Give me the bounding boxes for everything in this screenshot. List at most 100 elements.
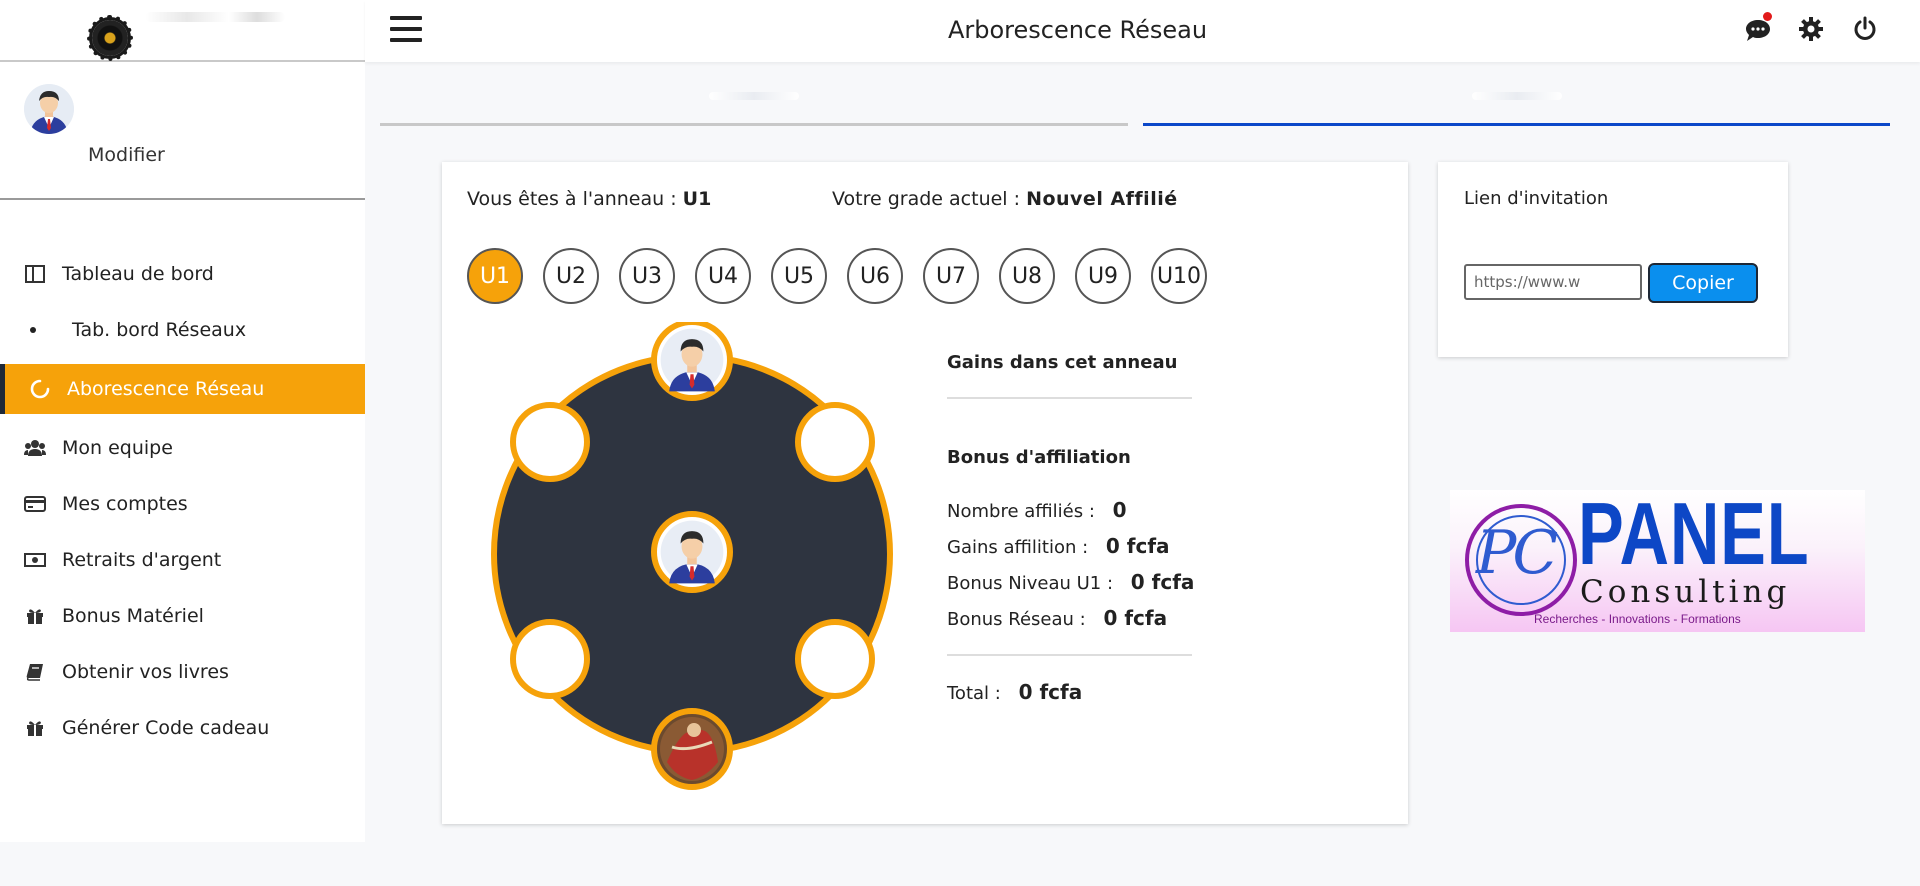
banner-tagline: Recherches - Innovations - Formations xyxy=(1534,612,1741,626)
stat-value: 0 fcfa xyxy=(1130,570,1195,594)
stat-row-affiliates: Nombre affiliés : 0 xyxy=(947,498,1192,522)
sidebar-item-network-tree[interactable]: Aborescence Réseau xyxy=(0,364,365,414)
invite-link-input[interactable] xyxy=(1464,264,1642,300)
avatar xyxy=(24,84,74,134)
tab-first[interactable] xyxy=(380,62,1128,126)
ring-gains-panel: Gains dans cet anneau Bonus d'affiliatio… xyxy=(947,352,1195,704)
sidebar-nav: Tableau de bord Tab. bord Réseaux Abores… xyxy=(0,200,365,756)
gift-icon xyxy=(24,717,46,739)
stat-value: 0 xyxy=(1112,498,1127,522)
page-title: Arborescence Réseau xyxy=(947,16,1208,44)
consulting-wordmark: Consulting xyxy=(1580,574,1791,610)
book-icon xyxy=(24,661,46,683)
chat-icon[interactable] xyxy=(1744,12,1772,44)
pc-logo-text: PC xyxy=(1476,518,1558,588)
sidebar-item-label: Aborescence Réseau xyxy=(67,378,265,400)
columns-icon xyxy=(24,263,46,285)
stat-label: Bonus Réseau : xyxy=(947,609,1086,630)
profile-section: Modifier xyxy=(0,62,365,200)
panel-consulting-banner: PC PANEL Consulting Recherches - Innovat… xyxy=(1450,490,1865,632)
sidebar-item-label: Tableau de bord xyxy=(62,263,214,285)
ring-button-u6[interactable]: U6 xyxy=(847,248,903,304)
ring-button-u10[interactable]: U10 xyxy=(1151,248,1207,304)
brand-name xyxy=(145,12,285,22)
sidebar-item-material-bonus[interactable]: Bonus Matériel xyxy=(0,588,365,644)
stat-label: Bonus Niveau U1 : xyxy=(947,573,1114,594)
stat-row-affiliation-gains: Gains affilition : 0 fcfa xyxy=(947,534,1192,558)
center-user-avatar[interactable] xyxy=(651,511,733,593)
invite-title: Lien d'invitation xyxy=(1464,188,1609,209)
sidebar-item-accounts[interactable]: Mes comptes xyxy=(0,476,365,532)
tab-bar xyxy=(380,62,1890,126)
gains-title: Gains dans cet anneau xyxy=(947,352,1178,373)
grade-info: Votre grade actuel : Nouvel Affilié xyxy=(832,188,1178,210)
sidebar-item-label: Retraits d'argent xyxy=(62,549,222,571)
grade-value: Nouvel Affilié xyxy=(1026,188,1178,210)
edit-profile-link[interactable]: Modifier xyxy=(88,144,165,166)
power-icon[interactable] xyxy=(1852,16,1880,44)
tab-second[interactable] xyxy=(1143,62,1890,126)
grade-label: Votre grade actuel : xyxy=(832,188,1021,210)
current-ring-info: Vous êtes à l'anneau : U1 xyxy=(467,188,711,210)
ring-selector: U1 U2 U3 U4 U5 U6 U7 U8 U9 U10 xyxy=(467,248,1207,304)
stat-label: Nombre affiliés : xyxy=(947,501,1095,522)
total-value: 0 fcfa xyxy=(1018,680,1083,704)
panel-wordmark: PANEL xyxy=(1578,484,1810,583)
member-avatar[interactable] xyxy=(651,708,733,790)
gear-icon[interactable] xyxy=(1798,16,1826,44)
gift-icon xyxy=(24,605,46,627)
credit-card-icon xyxy=(24,493,46,515)
sidebar-item-label: Obtenir vos livres xyxy=(62,661,229,683)
sidebar-item-network-dashboard[interactable]: Tab. bord Réseaux xyxy=(0,302,365,358)
sidebar-item-label: Bonus Matériel xyxy=(62,605,204,627)
empty-slot[interactable] xyxy=(510,402,590,482)
brand xyxy=(0,0,365,62)
empty-slot[interactable] xyxy=(510,619,590,699)
ring-button-u1[interactable]: U1 xyxy=(467,248,523,304)
tab-label-blurred xyxy=(1471,92,1562,100)
stat-label: Gains affilition : xyxy=(947,537,1089,558)
topbar: Arborescence Réseau xyxy=(365,0,1920,62)
sidebar: Modifier Tableau de bord Tab. bord Résea… xyxy=(0,0,365,842)
sponsor-avatar[interactable] xyxy=(651,319,733,401)
bonus-title: Bonus d'affiliation xyxy=(947,447,1131,468)
ring-button-u2[interactable]: U2 xyxy=(543,248,599,304)
sidebar-item-label: Générer Code cadeau xyxy=(62,717,270,739)
sidebar-item-books[interactable]: Obtenir vos livres xyxy=(0,644,365,700)
stat-row-network-bonus: Bonus Réseau : 0 fcfa xyxy=(947,606,1192,630)
divider xyxy=(947,397,1192,399)
stat-row-total: Total : 0 fcfa xyxy=(947,680,1192,704)
stat-value: 0 fcfa xyxy=(1103,606,1168,630)
bullet-icon xyxy=(30,327,36,333)
tab-label-blurred xyxy=(709,92,799,100)
ring-button-u4[interactable]: U4 xyxy=(695,248,751,304)
ring-button-u7[interactable]: U7 xyxy=(923,248,979,304)
total-label: Total : xyxy=(947,683,1001,704)
network-ring-diagram xyxy=(482,319,902,802)
ring-button-u9[interactable]: U9 xyxy=(1075,248,1131,304)
sidebar-item-gift-code[interactable]: Générer Code cadeau xyxy=(0,700,365,756)
ring-button-u3[interactable]: U3 xyxy=(619,248,675,304)
divider xyxy=(947,654,1192,656)
stat-row-level-bonus: Bonus Niveau U1 : 0 fcfa xyxy=(947,570,1195,594)
money-bill-icon xyxy=(24,549,46,571)
ring-card: Vous êtes à l'anneau : U1 Votre grade ac… xyxy=(442,162,1408,824)
copy-button[interactable]: Copier xyxy=(1648,263,1758,303)
sidebar-item-label: Tab. bord Réseaux xyxy=(72,319,247,341)
notification-dot xyxy=(1763,12,1772,21)
ring-button-u5[interactable]: U5 xyxy=(771,248,827,304)
stat-value: 0 fcfa xyxy=(1105,534,1170,558)
empty-slot[interactable] xyxy=(795,402,875,482)
sidebar-item-label: Mon equipe xyxy=(62,437,173,459)
sidebar-item-team[interactable]: Mon equipe xyxy=(0,420,365,476)
sidebar-item-dashboard[interactable]: Tableau de bord xyxy=(0,246,365,302)
users-icon xyxy=(24,437,46,459)
ring-button-u8[interactable]: U8 xyxy=(999,248,1055,304)
sidebar-item-withdrawals[interactable]: Retraits d'argent xyxy=(0,532,365,588)
brand-logo[interactable] xyxy=(87,15,133,61)
bonus-rows: Nombre affiliés : 0 Gains affilition : 0… xyxy=(947,498,1195,630)
empty-slot[interactable] xyxy=(795,619,875,699)
circle-notch-icon xyxy=(29,378,51,400)
ring-value: U1 xyxy=(682,188,712,210)
ring-label: Vous êtes à l'anneau : xyxy=(467,188,677,210)
